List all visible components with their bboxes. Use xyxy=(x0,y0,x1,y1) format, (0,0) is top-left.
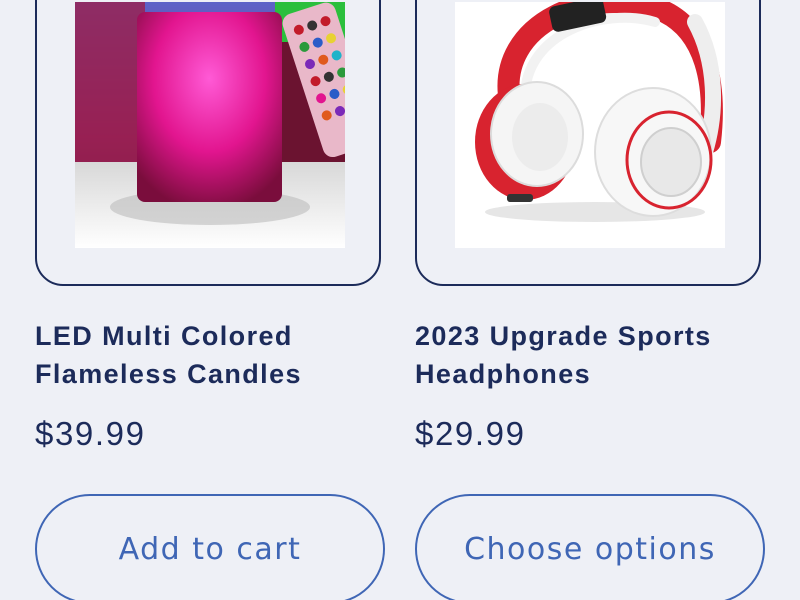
product-image-frame[interactable] xyxy=(35,0,381,286)
product-title[interactable]: LED Multi Colored Flameless Candles xyxy=(35,317,380,393)
product-card-headphones: 2023 Upgrade Sports Headphones $29.99 Ch… xyxy=(415,0,765,600)
product-image-frame[interactable] xyxy=(415,0,761,286)
choose-options-label: Choose options xyxy=(464,532,716,567)
headphones-illustration xyxy=(455,2,725,248)
led-candle-illustration xyxy=(75,2,345,248)
product-title[interactable]: 2023 Upgrade Sports Headphones xyxy=(415,317,760,393)
product-price: $29.99 xyxy=(415,415,526,452)
led-candle-image[interactable] xyxy=(75,2,345,248)
add-to-cart-button[interactable]: Add to cart xyxy=(35,494,385,600)
product-card-led-candles: LED Multi Colored Flameless Candles $39.… xyxy=(35,0,385,600)
product-price: $39.99 xyxy=(35,415,146,452)
headphones-image[interactable] xyxy=(455,2,725,248)
choose-options-button[interactable]: Choose options xyxy=(415,494,765,600)
add-to-cart-label: Add to cart xyxy=(118,532,302,567)
